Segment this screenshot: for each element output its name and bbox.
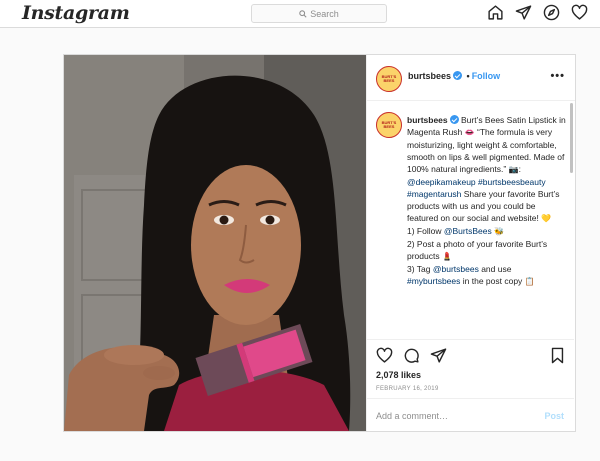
step3-suffix: in the post copy: [462, 276, 523, 286]
top-navigation: Instagram Search: [0, 0, 600, 28]
lipstick-emoji-icon: 💄: [441, 252, 452, 261]
share-icon[interactable]: [430, 347, 447, 364]
post-date: FEBRUARY 16, 2019: [376, 386, 439, 392]
verified-badge-icon: [449, 115, 459, 124]
likes-count[interactable]: 2,078 likes: [376, 370, 421, 380]
activity-icon[interactable]: [571, 4, 588, 21]
more-options-icon[interactable]: •••: [550, 70, 565, 82]
search-placeholder: Search: [310, 8, 339, 19]
post-caption: burtsbees Burt’s Bees Satin Lipstick in …: [407, 115, 566, 286]
post-header: BURT'S BEES burtsbees • Follow •••: [367, 55, 575, 101]
post-image[interactable]: [64, 55, 366, 431]
myburtsbees-hashtag-link[interactable]: #myburtsbees: [407, 276, 460, 286]
direct-icon[interactable]: [515, 4, 532, 21]
instagram-logo[interactable]: Instagram: [22, 2, 130, 24]
post-side-panel: BURT'S BEES burtsbees • Follow ••• BURT'S…: [366, 55, 575, 431]
post-actions: [376, 347, 447, 364]
explore-icon[interactable]: [543, 4, 560, 21]
home-icon[interactable]: [487, 4, 504, 21]
burtsbees-mention-link[interactable]: @BurtsBees: [444, 226, 492, 236]
post-photo-illustration: [64, 55, 366, 431]
post-author: burtsbees • Follow: [408, 71, 500, 81]
step2-text: 2) Post a photo of your favorite Burt’s …: [407, 239, 548, 261]
tag-mention-link[interactable]: @burtsbees: [433, 264, 479, 274]
bee-emoji-icon: 🐝: [494, 227, 505, 236]
follow-button[interactable]: Follow: [472, 71, 501, 81]
lips-emoji-icon: 👄: [464, 128, 475, 137]
caption-avatar[interactable]: BURT'S BEES: [376, 112, 402, 138]
step3-text: 3) Tag: [407, 264, 431, 274]
follow-separator: •: [466, 71, 470, 81]
yellow-heart-emoji-icon: 💛: [541, 214, 552, 223]
nav-icons: [487, 4, 588, 21]
caption-username[interactable]: burtsbees: [407, 115, 448, 125]
post-card: BURT'S BEES burtsbees • Follow ••• BURT'S…: [63, 54, 576, 432]
step1-text: 1) Follow: [407, 226, 442, 236]
search-icon: [299, 9, 307, 18]
credit-mention-link[interactable]: @deepikamakeup: [407, 177, 476, 187]
like-heart-icon[interactable]: [376, 347, 393, 364]
username-link[interactable]: burtsbees: [408, 71, 451, 81]
clipboard-emoji-icon: 📋: [524, 277, 535, 286]
comments-scrollbar[interactable]: [570, 103, 573, 173]
comment-icon[interactable]: [403, 347, 420, 364]
search-input[interactable]: Search: [251, 4, 387, 23]
comment-input[interactable]: Add a comment…: [376, 411, 448, 421]
save-bookmark-icon[interactable]: [550, 347, 565, 364]
comments-section: BURT'S BEES burtsbees Burt’s Bees Satin …: [367, 101, 574, 340]
camera-emoji-icon: 📷: [508, 165, 519, 174]
verified-badge-icon: [453, 71, 463, 80]
add-comment-bar: Add a comment… Post: [367, 398, 574, 432]
post-comment-button[interactable]: Post: [544, 411, 564, 421]
step3-mid: and use: [481, 264, 512, 274]
avatar[interactable]: BURT'S BEES: [376, 66, 402, 92]
